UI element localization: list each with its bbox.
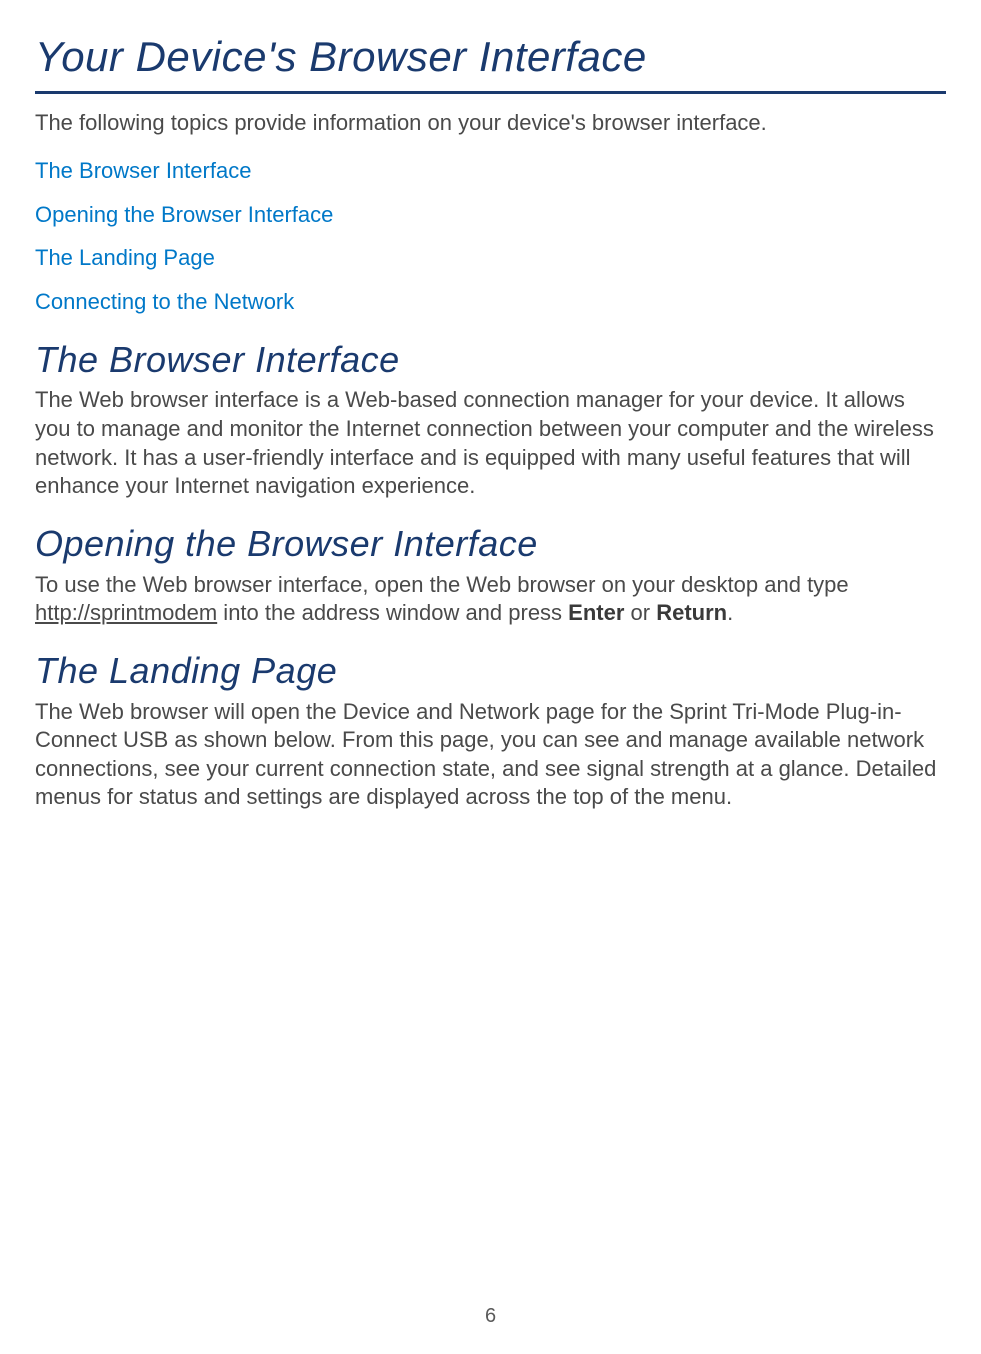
page-title: Your Device's Browser Interface: [35, 30, 946, 94]
intro-text: The following topics provide information…: [35, 109, 946, 138]
opening-key-return: Return: [656, 600, 727, 625]
opening-period: .: [727, 600, 733, 625]
section-heading-browser-interface: The Browser Interface: [35, 337, 946, 384]
opening-or: or: [624, 600, 656, 625]
section-body-opening: To use the Web browser interface, open t…: [35, 571, 946, 628]
section-heading-landing: The Landing Page: [35, 648, 946, 695]
section-body-landing: The Web browser will open the Device and…: [35, 698, 946, 812]
opening-body-mid: into the address window and press: [217, 600, 568, 625]
toc-link-connecting[interactable]: Connecting to the Network: [35, 288, 946, 317]
toc-link-browser-interface[interactable]: The Browser Interface: [35, 157, 946, 186]
page-number: 6: [0, 1303, 981, 1329]
section-heading-opening: Opening the Browser Interface: [35, 521, 946, 568]
toc-links: The Browser Interface Opening the Browse…: [35, 157, 946, 316]
section-body-browser-interface: The Web browser interface is a Web-based…: [35, 386, 946, 500]
opening-url: http://sprintmodem: [35, 600, 217, 625]
opening-body-pre: To use the Web browser interface, open t…: [35, 572, 849, 597]
toc-link-landing-page[interactable]: The Landing Page: [35, 244, 946, 273]
opening-key-enter: Enter: [568, 600, 624, 625]
toc-link-opening[interactable]: Opening the Browser Interface: [35, 201, 946, 230]
